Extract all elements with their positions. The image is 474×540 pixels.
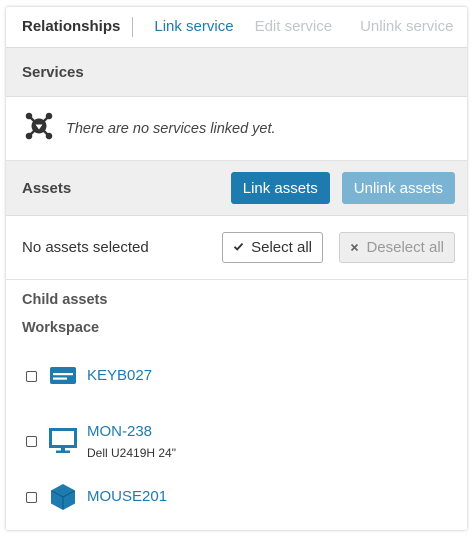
relationships-panel: Relationships Link service Edit service … (6, 7, 467, 530)
asset-checkbox-keyb027[interactable] (26, 370, 37, 382)
asset-name-keyb027[interactable]: KEYB027 (87, 367, 152, 385)
tab-link-service[interactable]: Link service (154, 17, 233, 37)
select-all-label: Select all (251, 239, 312, 256)
assets-heading: Assets (22, 179, 72, 197)
asset-subtitle-mon-238: Dell U2419H 24" (87, 445, 176, 460)
asset-selection-row: No assets selected Select all Deselect a… (6, 216, 467, 280)
relationships-header: Relationships Link service Edit service … (6, 7, 467, 48)
deselect-all-label: Deselect all (366, 239, 444, 256)
list-item: KEYB027 (6, 356, 467, 396)
services-heading: Services (22, 63, 84, 81)
select-all-button[interactable]: Select all (222, 232, 323, 263)
workspace-heading: Workspace (22, 320, 100, 336)
tab-unlink-service[interactable]: Unlink service (360, 17, 453, 37)
services-section-header: Services (6, 48, 467, 97)
keyboard-icon (49, 362, 77, 390)
no-services-icon (24, 111, 54, 146)
tab-edit-service[interactable]: Edit service (255, 17, 333, 37)
asset-list: KEYB027 MON-238 Dell U2419H 24" MOUSE201 (6, 356, 467, 517)
selection-actions: Select all Deselect all (222, 232, 455, 263)
check-icon (233, 239, 244, 256)
close-icon (350, 239, 359, 256)
panel-title: Relationships (22, 17, 134, 37)
services-empty-state: There are no services linked yet. (6, 97, 467, 161)
asset-name-mouse201[interactable]: MOUSE201 (87, 488, 167, 506)
assets-section-header: Assets Link assets Unlink assets (6, 161, 467, 216)
unlink-assets-button[interactable]: Unlink assets (341, 172, 455, 204)
asset-checkbox-mouse201[interactable] (26, 491, 37, 503)
selection-status: No assets selected (22, 239, 149, 256)
child-assets-heading: Child assets (22, 292, 108, 308)
deselect-all-button[interactable]: Deselect all (339, 232, 455, 263)
asset-checkbox-mon-238[interactable] (26, 435, 37, 447)
list-item: MON-238 Dell U2419H 24" (6, 411, 467, 471)
services-empty-message: There are no services linked yet. (66, 120, 276, 137)
list-item: MOUSE201 (6, 477, 467, 517)
monitor-icon (49, 427, 77, 455)
asset-name-mon-238[interactable]: MON-238 (87, 423, 176, 441)
cube-icon (49, 483, 77, 511)
link-assets-button[interactable]: Link assets (230, 172, 330, 204)
assets-actions: Link assets Unlink assets (230, 172, 455, 204)
